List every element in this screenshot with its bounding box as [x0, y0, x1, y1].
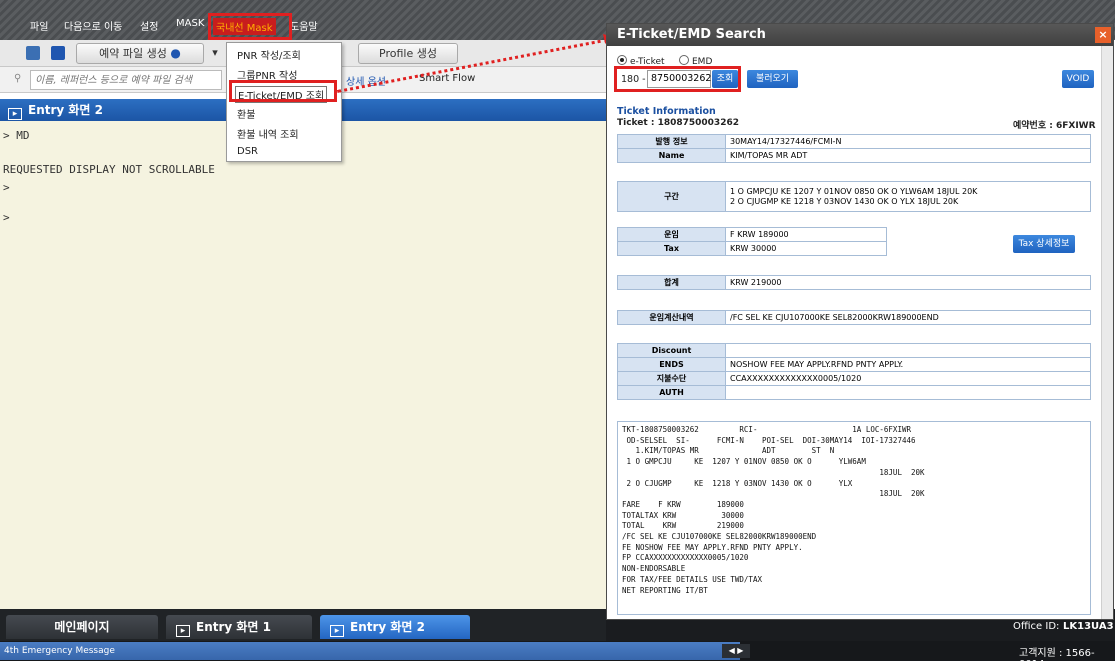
- fare-label: 운임: [617, 227, 726, 242]
- office-id-label: Office ID:: [1013, 621, 1060, 632]
- terminal-area[interactable]: > MD REQUESTED DISPLAY NOT SCROLLABLE > …: [0, 121, 606, 609]
- tax-value: KRW 30000: [725, 241, 887, 256]
- total-value: KRW 219000: [725, 275, 1091, 290]
- auth-value: [725, 385, 1091, 400]
- segment-label: 구간: [617, 181, 726, 212]
- segment-2: 2 O CJUGMP KE 1218 Y 03NOV 1430 OK O YLX…: [730, 196, 959, 206]
- fare-value: F KRW 189000: [725, 227, 887, 242]
- screen-icon: ▸: [330, 625, 344, 637]
- menu-goto[interactable]: 다음으로 이동: [64, 18, 122, 33]
- menu-mask[interactable]: MASK: [176, 18, 204, 29]
- void-button[interactable]: VOID: [1062, 70, 1094, 88]
- auth-label: AUTH: [617, 385, 726, 400]
- fare-table: 운임 F KRW 189000 Tax KRW 30000: [617, 227, 887, 256]
- name-value: KIM/TOPAS MR ADT: [725, 148, 1091, 163]
- create-booking-label: 예약 파일 생성: [99, 47, 167, 60]
- discount-label: Discount: [617, 343, 726, 358]
- terminal-line: >: [3, 211, 10, 224]
- save-icon[interactable]: [26, 46, 40, 60]
- fare-calc-label: 운임계산내역: [617, 310, 726, 325]
- dialog-title: E-Ticket/EMD Search: [607, 24, 1113, 46]
- domestic-mask-dropdown: PNR 작성/조회 그룹PNR 작성 E-Ticket/EMD 조회 환불 환불…: [226, 42, 342, 162]
- ticket-number-label: Ticket : 1808750003262: [617, 118, 739, 128]
- create-booking-button[interactable]: 예약 파일 생성 ●: [76, 43, 204, 64]
- tax-detail-button[interactable]: Tax 상세정보: [1013, 235, 1075, 253]
- fare-calc-table: 운임계산내역/FC SEL KE CJU107000KE SEL82000KRW…: [617, 310, 1091, 325]
- radio-off-icon: [679, 55, 689, 65]
- booking-search-input[interactable]: [30, 70, 222, 90]
- tab-main-page[interactable]: 메인페이지: [6, 615, 158, 639]
- menu-item-refund-history[interactable]: 환불 내역 조회: [237, 126, 299, 141]
- payment-table: Discount ENDS NOSHOW FEE MAY APPLY.RFND P…: [617, 343, 1091, 400]
- highlight-box-dropdown: [229, 80, 337, 102]
- payment-value: CCAXXXXXXXXXXXXX0005/1020: [725, 371, 1091, 386]
- segment-1: 1 O GMPCJU KE 1207 Y 01NOV 0850 OK O YLW…: [730, 186, 978, 196]
- terminal-line: REQUESTED DISPLAY NOT SCROLLABLE: [3, 163, 215, 176]
- highlight-box-menu: [208, 13, 292, 40]
- print-icon[interactable]: [51, 46, 65, 60]
- ends-value: NOSHOW FEE MAY APPLY.RFND PNTY APPLY.: [725, 357, 1091, 372]
- ends-label: ENDS: [617, 357, 726, 372]
- menu-item-dsr[interactable]: DSR: [237, 146, 258, 157]
- office-id-value: LK13UA3: [1063, 621, 1114, 632]
- screen-icon: ▸: [8, 108, 22, 120]
- issue-label: 발행 정보: [617, 134, 726, 149]
- profile-create-button[interactable]: Profile 생성: [358, 43, 458, 64]
- issue-value: 30MAY14/17327446/FCMI-N: [725, 134, 1091, 149]
- dialog-scrollbar[interactable]: [1101, 46, 1113, 619]
- segment-value: 1 O GMPCJU KE 1207 Y 01NOV 0850 OK O YLW…: [725, 181, 1091, 212]
- user-icon: ●: [170, 46, 181, 60]
- menu-help[interactable]: 도움말: [290, 18, 318, 33]
- support-phone: 고객지원 : 1566-0014: [1019, 648, 1095, 661]
- tab-entry-1[interactable]: ▸ Entry 화면 1: [166, 615, 312, 639]
- ticket-info-table-1: 발행 정보 30MAY14/17327446/FCMI-N Name KIM/TOP…: [617, 134, 1091, 163]
- emergency-message-bar[interactable]: 4th Emergency Message: [0, 642, 740, 660]
- menu-settings[interactable]: 설정: [140, 18, 158, 33]
- terminal-line: >: [3, 181, 10, 194]
- menu-file[interactable]: 파일: [30, 18, 48, 33]
- tab-entry-2-label: Entry 화면 2: [350, 620, 426, 634]
- entry-title: Entry 화면 2: [28, 103, 104, 117]
- tab-entry-1-label: Entry 화면 1: [196, 620, 272, 634]
- total-table: 합계 KRW 219000: [617, 275, 1091, 290]
- scroll-arrows-icon[interactable]: ◀ ▶: [722, 644, 750, 658]
- payment-label: 지불수단: [617, 371, 726, 386]
- radio-on-icon: [617, 55, 627, 65]
- segment-table: 구간 1 O GMPCJU KE 1207 Y 01NOV 0850 OK O …: [617, 181, 1091, 212]
- terminal-line: > MD: [3, 129, 30, 142]
- tab-entry-2[interactable]: ▸ Entry 화면 2: [320, 615, 470, 639]
- search-icon: ⚲: [14, 73, 22, 84]
- section-title: Ticket Information: [617, 106, 716, 117]
- load-button[interactable]: 불러오기: [747, 70, 798, 88]
- booking-number: 예약번호 : 6FXIWR: [1013, 121, 1096, 131]
- highlight-box-search: [614, 66, 741, 92]
- close-icon[interactable]: ×: [1095, 27, 1111, 43]
- discount-value: [725, 343, 1091, 358]
- total-label: 합계: [617, 275, 726, 290]
- dropdown-arrow-icon[interactable]: ▾: [205, 43, 225, 64]
- menu-item-pnr[interactable]: PNR 작성/조회: [237, 47, 301, 62]
- bottom-tabbar: 메인페이지 ▸ Entry 화면 1 ▸ Entry 화면 2: [0, 609, 610, 641]
- ticket-raw-display: TKT-1808750003262 RCI- 1A LOC-6FXIWR OD-…: [617, 421, 1091, 615]
- name-label: Name: [617, 148, 726, 163]
- screen-icon: ▸: [176, 625, 190, 637]
- menu-item-refund[interactable]: 환불: [237, 106, 255, 121]
- tax-label: Tax: [617, 241, 726, 256]
- fare-calc-value: /FC SEL KE CJU107000KE SEL82000KRW189000…: [725, 310, 1091, 325]
